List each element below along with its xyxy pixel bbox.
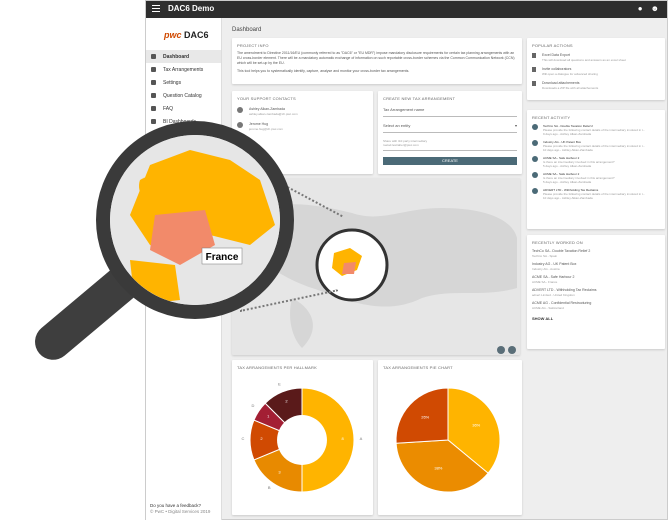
list-item[interactable]: ACME SA - Safe Harbour 2 ACME SA - France [532,275,660,284]
recent-heading: RECENT ACTIVITY [532,115,571,120]
sidebar-item-settings[interactable]: Settings [146,76,221,89]
dropdown-icon: ▾ [514,123,517,128]
check-icon [532,140,538,146]
check-icon [532,188,538,194]
list-item[interactable]: ACME AG - Confidential Restructuring ACME… [532,301,660,310]
worked-heading: RECENTLY WORKED ON [532,240,583,245]
create-heading: CREATE NEW TAX ARRANGEMENT [383,96,456,101]
sidebar-item-question-catalog[interactable]: Question Catalog [146,89,221,102]
pie-chart-card: TAX ARRANGEMENTS PIE CHART 36% 38% 26% [378,360,522,515]
list-item[interactable]: ADVERT LTD - Withholding Tax Reclaims adv… [532,288,660,297]
zoom-out-button[interactable] [497,346,505,354]
account-icon[interactable]: ☻ [651,4,659,13]
menu-icon[interactable] [152,5,160,13]
donut-hole [277,415,327,465]
download-icon [532,53,536,58]
page-title: Dashboard [232,27,262,33]
activity-item[interactable]: Industry AG - UK Patent Box Please provid… [532,140,660,152]
activity-item[interactable]: ACME SA - Safe Harbour 2 Is there an inte… [532,156,660,168]
activity-item[interactable]: ADVERT LTD - Withholding Tax Reclaims Ple… [532,188,660,200]
chart-icon [151,119,156,124]
create-button[interactable]: CREATE [383,157,517,165]
attachment-icon [532,81,536,86]
dashboard-icon [151,54,156,59]
category-label: C [242,436,245,441]
create-arrangement-card: CREATE NEW TAX ARRANGEMENT Tax Arrangeme… [378,91,522,174]
contact-item: Jerome Hug jerome.hug@ch.pwc.com [237,122,368,131]
contact-item: Ashley Alkan-Zambada ashley.alkan-zambada… [237,107,368,116]
list-item[interactable]: Industry AG - UK Patent Box Industry AG -… [532,262,660,271]
category-label: B [268,485,271,490]
category-label: E [278,381,281,386]
magnifier-lens: France [96,121,294,319]
activity-item[interactable]: TechCo SA - Double Taxation Relief 2 Plea… [532,124,660,136]
show-all-button[interactable]: SHOW ALL [532,316,660,321]
notification-icon[interactable]: ● [638,4,643,13]
check-icon [532,124,538,130]
hallmark-chart-card: TAX ARRANGEMENTS PER HALLMARK 8A3B2C1D2E [232,360,373,515]
arrangements-pie-chart: 36% 38% 26% [395,387,501,493]
person-icon [237,122,243,128]
people-icon [532,67,536,72]
catalog-icon [151,93,156,98]
app-title: DAC6 Demo [168,4,215,13]
popular-actions-card: POPULAR ACTIONS Excel Data Export This wi… [527,38,665,100]
person-icon [237,107,243,113]
feedback-section[interactable]: Do you have a feedback? © PwC • Digital … [150,503,210,515]
list-icon [151,67,156,72]
arrangement-name-input[interactable]: Tax Arrangement name [383,107,517,117]
project-info-card: PROJECT INFO The amendment to Directive … [232,38,522,84]
hallmark-donut-chart: 8 A3B2C1D2E [242,381,363,493]
popular-heading: POPULAR ACTIONS [532,43,573,48]
france-label: France [206,252,239,263]
gear-icon [151,80,156,85]
project-info-text: The amendment to Directive 2011/16/EU (c… [237,51,515,65]
category-label: D [251,403,254,408]
zoom-in-button[interactable] [508,346,516,354]
help-icon [151,106,156,111]
project-info-heading: PROJECT INFO [237,43,269,48]
project-info-text-2: This tool helps you to systematically id… [237,69,410,73]
share-field[interactable]: Share with 3rd party intermediary roelod.… [383,139,517,151]
export-action[interactable]: Excel Data Export This will download all … [532,53,660,62]
check-icon [532,156,538,162]
entity-select[interactable]: Select an entity ▾ [383,123,517,133]
category-label: A [360,436,363,441]
sidebar-item-tax-arrangements[interactable]: Tax Arrangements [146,63,221,76]
download-attachments-action[interactable]: Download attachements Downloads a ZIP fil… [532,81,660,90]
sidebar-item-dashboard[interactable]: Dashboard [146,50,221,63]
recent-activity-card: RECENT ACTIVITY TechCo SA - Double Taxat… [527,110,665,229]
sidebar-item-faq[interactable]: FAQ [146,102,221,115]
invite-action[interactable]: Invite collaborators Will open a dialogue… [532,67,660,76]
slice-label: 26% [421,415,429,420]
slice-label: 36% [472,423,480,428]
activity-item[interactable]: ACME SA - Safe Harbour 2 Is there an inte… [532,172,660,184]
list-item[interactable]: TechCo SA - Double Taxation Relief 2 Tech… [532,249,660,258]
contacts-heading: YOUR SUPPORT CONTACTS [237,96,296,101]
close-icon [532,172,538,178]
logo: pwc DAC6 [164,30,209,40]
recently-worked-card: RECENTLY WORKED ON TechCo SA - Double Ta… [527,235,665,349]
top-bar: DAC6 Demo ● ☻ [146,1,667,18]
slice-label: 38% [434,466,442,471]
